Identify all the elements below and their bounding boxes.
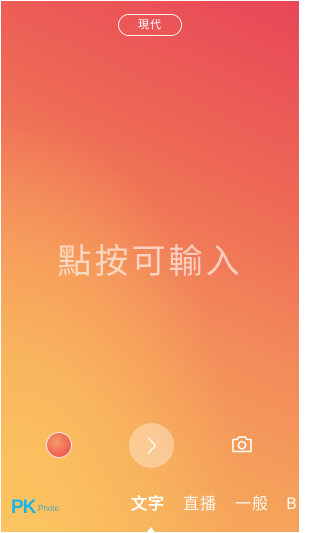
story-composer-screen: 現代 點按可輸入 文字 直播 一般 B PK Photo [1, 1, 299, 532]
active-tab-indicator [147, 527, 155, 532]
tap-to-type-prompt[interactable]: 點按可輸入 [1, 239, 299, 285]
watermark-logo: PK [11, 497, 36, 518]
mode-tab-live[interactable]: 直播 [183, 493, 217, 515]
background-color-button[interactable] [46, 432, 72, 458]
mode-tab-boomerang[interactable]: B [286, 493, 298, 515]
watermark-text: Photo [38, 504, 59, 513]
camera-icon [232, 436, 252, 453]
chevron-right-icon [147, 437, 157, 454]
mode-tab-text[interactable]: 文字 [131, 493, 165, 515]
text-style-button[interactable]: 現代 [118, 14, 182, 36]
mode-tab-normal[interactable]: 一般 [235, 493, 269, 515]
camera-button[interactable] [230, 432, 254, 456]
next-button[interactable] [129, 423, 174, 468]
